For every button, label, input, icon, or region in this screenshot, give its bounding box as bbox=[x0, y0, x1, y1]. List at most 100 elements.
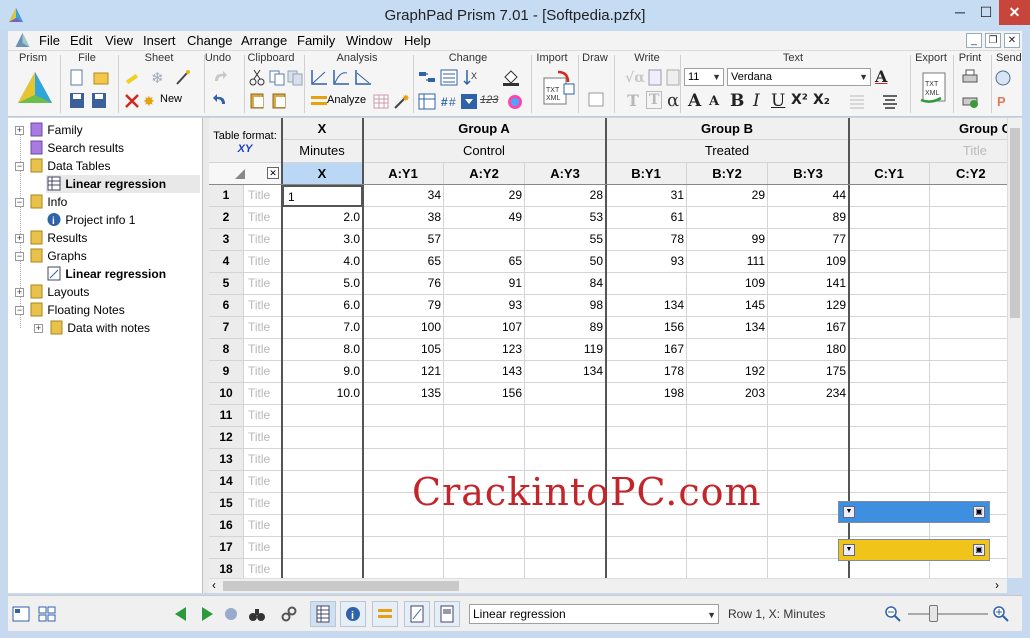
row-number[interactable]: 13 bbox=[209, 449, 244, 471]
export-icon[interactable]: TXT XML bbox=[919, 70, 949, 106]
cell-b-y3[interactable]: 129 bbox=[768, 295, 849, 317]
prism-menu-icon[interactable] bbox=[14, 32, 31, 48]
write-sqrt-button[interactable]: √α bbox=[625, 70, 645, 86]
cell-a-y2[interactable]: 107 bbox=[444, 317, 525, 339]
undo-icon[interactable] bbox=[211, 92, 229, 109]
column-header-a-y1[interactable]: A:Y1 bbox=[363, 163, 444, 185]
cell-c-y1[interactable] bbox=[849, 229, 930, 251]
menu-window[interactable]: Window bbox=[346, 33, 392, 48]
cell-x[interactable]: 6.0 bbox=[282, 295, 363, 317]
cell-x[interactable]: 3.0 bbox=[282, 229, 363, 251]
nav-item-info[interactable]: Info bbox=[28, 193, 67, 211]
cell-b-y2[interactable]: 99 bbox=[687, 229, 768, 251]
note-restore-icon[interactable]: ▣ bbox=[973, 506, 985, 518]
row-number[interactable]: 18 bbox=[209, 559, 244, 578]
menu-help[interactable]: Help bbox=[404, 33, 431, 48]
cell-c-y1[interactable] bbox=[849, 427, 930, 449]
nav-item-search-results[interactable]: Search results bbox=[28, 139, 124, 157]
text-tool-t-button[interactable]: T bbox=[627, 91, 639, 110]
row-title-cell[interactable]: Title bbox=[244, 493, 282, 515]
group-c-header[interactable]: Group C bbox=[849, 118, 1022, 140]
cell-a-y1[interactable]: 76 bbox=[363, 273, 444, 295]
copy-special-icon[interactable] bbox=[286, 69, 304, 86]
cell-a-y2[interactable]: 123 bbox=[444, 339, 525, 361]
row-number[interactable]: 1 bbox=[209, 185, 244, 207]
menu-family[interactable]: Family bbox=[297, 33, 335, 48]
expand-graphs-toggle[interactable]: − bbox=[15, 252, 24, 261]
column-header-b-y3[interactable]: B:Y3 bbox=[768, 163, 849, 185]
cell-b-y1[interactable]: 134 bbox=[606, 295, 687, 317]
cell-x[interactable] bbox=[282, 559, 363, 578]
cell-a-y2[interactable]: 91 bbox=[444, 273, 525, 295]
cell-x[interactable] bbox=[282, 449, 363, 471]
row-number[interactable]: 7 bbox=[209, 317, 244, 339]
group-a-header[interactable]: Group A bbox=[363, 118, 606, 140]
row-number[interactable]: 4 bbox=[209, 251, 244, 273]
cell-b-y2[interactable]: 145 bbox=[687, 295, 768, 317]
expand-family-toggle[interactable]: + bbox=[15, 126, 24, 135]
cell-a-y2[interactable]: 143 bbox=[444, 361, 525, 383]
transpose-icon[interactable] bbox=[418, 93, 436, 110]
grow-font-button[interactable]: A bbox=[688, 91, 701, 111]
info-tab-button[interactable]: i bbox=[340, 601, 366, 627]
cell-b-y1[interactable] bbox=[606, 559, 687, 578]
cell-a-y3[interactable]: 55 bbox=[525, 229, 606, 251]
new-sheet-icon[interactable]: ✸ bbox=[142, 92, 160, 109]
row-number[interactable]: 16 bbox=[209, 515, 244, 537]
cell-a-y3[interactable] bbox=[525, 559, 606, 578]
subscript-button[interactable]: X₂ bbox=[813, 92, 830, 108]
send-ppt-icon[interactable]: P bbox=[994, 92, 1012, 109]
row-number[interactable]: 14 bbox=[209, 471, 244, 493]
close-row-titles-icon[interactable]: ✕ bbox=[267, 167, 279, 179]
format-graph-icon[interactable] bbox=[440, 69, 458, 86]
cell-c-y1[interactable] bbox=[849, 339, 930, 361]
cell-a-y2[interactable] bbox=[444, 537, 525, 559]
vertical-scroll-thumb[interactable] bbox=[1010, 128, 1020, 318]
scroll-left-icon[interactable]: ‹ bbox=[212, 578, 216, 592]
cell-c-y1[interactable] bbox=[849, 471, 930, 493]
column-header-a-y3[interactable]: A:Y3 bbox=[525, 163, 606, 185]
zoom-slider-track[interactable] bbox=[908, 613, 988, 615]
cell-a-y2[interactable] bbox=[444, 405, 525, 427]
cell-b-y3[interactable] bbox=[768, 537, 849, 559]
cell-b-y3[interactable]: 89 bbox=[768, 207, 849, 229]
floating-note-yellow[interactable]: ▼ ▣ bbox=[838, 539, 990, 561]
cell-b-y1[interactable]: 156 bbox=[606, 317, 687, 339]
cell-b-y2[interactable] bbox=[687, 515, 768, 537]
cell-a-y3[interactable]: 89 bbox=[525, 317, 606, 339]
font-size-select[interactable]: 11 ▼ bbox=[684, 68, 724, 86]
cell-b-y3[interactable]: 234 bbox=[768, 383, 849, 405]
layouts-tab-button[interactable] bbox=[434, 601, 460, 627]
row-title-cell[interactable]: Title bbox=[244, 537, 282, 559]
cell-c-y1[interactable] bbox=[849, 559, 930, 578]
cell-b-y2[interactable] bbox=[687, 405, 768, 427]
row-title-cell[interactable]: Title bbox=[244, 383, 282, 405]
cell-a-y3[interactable]: 50 bbox=[525, 251, 606, 273]
cell-b-y2[interactable] bbox=[687, 537, 768, 559]
align-text-icon[interactable] bbox=[881, 93, 899, 110]
row-title-cell[interactable]: Title bbox=[244, 273, 282, 295]
cell-x[interactable]: 7.0 bbox=[282, 317, 363, 339]
cell-a-y3[interactable] bbox=[525, 427, 606, 449]
italic-button[interactable]: I bbox=[753, 91, 760, 111]
cell-x[interactable]: 9.0 bbox=[282, 361, 363, 383]
cell-x[interactable]: 2.0 bbox=[282, 207, 363, 229]
color-scheme-icon[interactable] bbox=[506, 93, 524, 110]
prism-logo-icon[interactable] bbox=[16, 69, 54, 107]
note-collapse-icon[interactable]: ▼ bbox=[843, 544, 855, 556]
binoculars-icon[interactable] bbox=[248, 605, 266, 623]
cell-a-y1[interactable] bbox=[363, 427, 444, 449]
row-number[interactable]: 8 bbox=[209, 339, 244, 361]
cell-a-y2[interactable] bbox=[444, 449, 525, 471]
superscript-button[interactable]: X² bbox=[791, 92, 808, 108]
nav-item-linear-regression-table[interactable]: Linear regression bbox=[46, 175, 200, 193]
regression-icon[interactable] bbox=[332, 69, 350, 86]
cell-a-y3[interactable]: 53 bbox=[525, 207, 606, 229]
save-icon[interactable] bbox=[68, 92, 86, 109]
cell-c-y1[interactable] bbox=[849, 295, 930, 317]
zoom-in-icon[interactable] bbox=[992, 605, 1010, 623]
write-doc-icon[interactable] bbox=[664, 69, 682, 86]
cell-b-y3[interactable] bbox=[768, 559, 849, 578]
row-number[interactable]: 17 bbox=[209, 537, 244, 559]
view-gallery-icon[interactable] bbox=[38, 605, 56, 623]
